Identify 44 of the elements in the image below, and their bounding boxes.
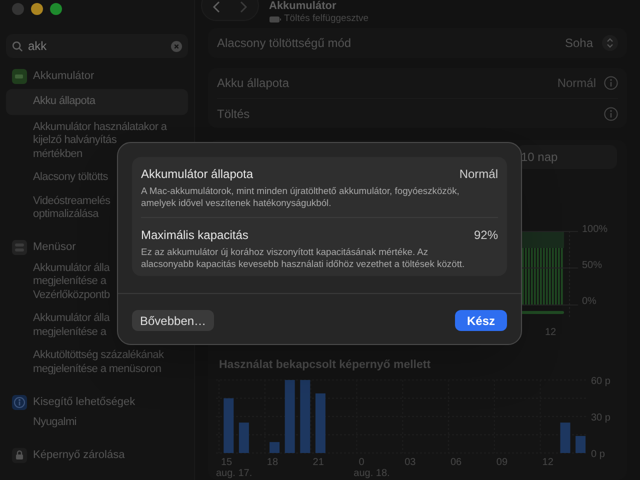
bar [224,398,234,453]
minimize-button[interactable] [31,3,43,15]
section-header: Kisegítő lehetőségek [33,394,136,410]
bar [576,436,586,453]
clear-icon[interactable] [171,40,182,52]
forward-icon[interactable] [239,1,248,13]
bar [238,422,249,453]
search-icon [12,40,23,52]
section-header: Menüsor [33,240,76,256]
popup-button[interactable]: Soha [564,34,618,52]
lock-icon [12,448,27,463]
info-icon[interactable] [604,106,618,120]
bar [560,422,570,453]
sidebar-item[interactable]: Akku állapota [6,89,188,114]
more-button[interactable]: Bővebben… [132,310,214,331]
status-subtitle: Töltés felfüggesztve [284,12,368,26]
section-header: Képernyő zárolása [33,448,125,464]
setting-label: Akku állapota [217,75,290,92]
page-title: Akkumulátor [269,0,338,12]
setting-label: Alacsony töltöttségű mód [217,35,352,52]
zoom-button[interactable] [50,3,62,15]
battery-icon [269,16,281,23]
row-title: Maximális kapacitás [141,227,248,244]
row-description: Ez az akkumulátor új korához viszonyított kapacitásának mértéke. Az alacsonyabb kapacitás kevesebb használati időhöz vezethet a töltések között. [141,246,466,270]
range-button[interactable]: 10 nap [517,145,617,169]
row-value: 92% [474,227,498,244]
sidebar-item[interactable]: Nyugalmi [6,412,188,434]
stepper-icon [602,35,618,51]
row-description: A Mac-akkumulátorok, mint minden újratölthető akkumulátor, fogyóeszközök, amelyek idővel veszítenek hatékonyságukból. [141,185,460,209]
bar [270,442,280,453]
accessibility-icon [12,394,27,410]
row-value: Normál [459,166,498,183]
row-title: Akkumulátor állapota [141,166,254,183]
section-header: Akkumulátor [33,68,94,84]
menu-bar-icon [12,240,27,255]
back-icon[interactable] [212,1,221,13]
sidebar-item[interactable]: Akkutöltöttség százalékának megjelenítése a menüsoron [6,345,188,380]
close-button[interactable] [12,3,24,15]
setting-label: Töltés [217,106,251,122]
search-field[interactable]: akk [6,34,188,58]
battery-icon [12,68,27,84]
done-button[interactable]: Kész [455,310,507,331]
info-icon[interactable] [604,76,618,90]
bar [315,393,326,453]
